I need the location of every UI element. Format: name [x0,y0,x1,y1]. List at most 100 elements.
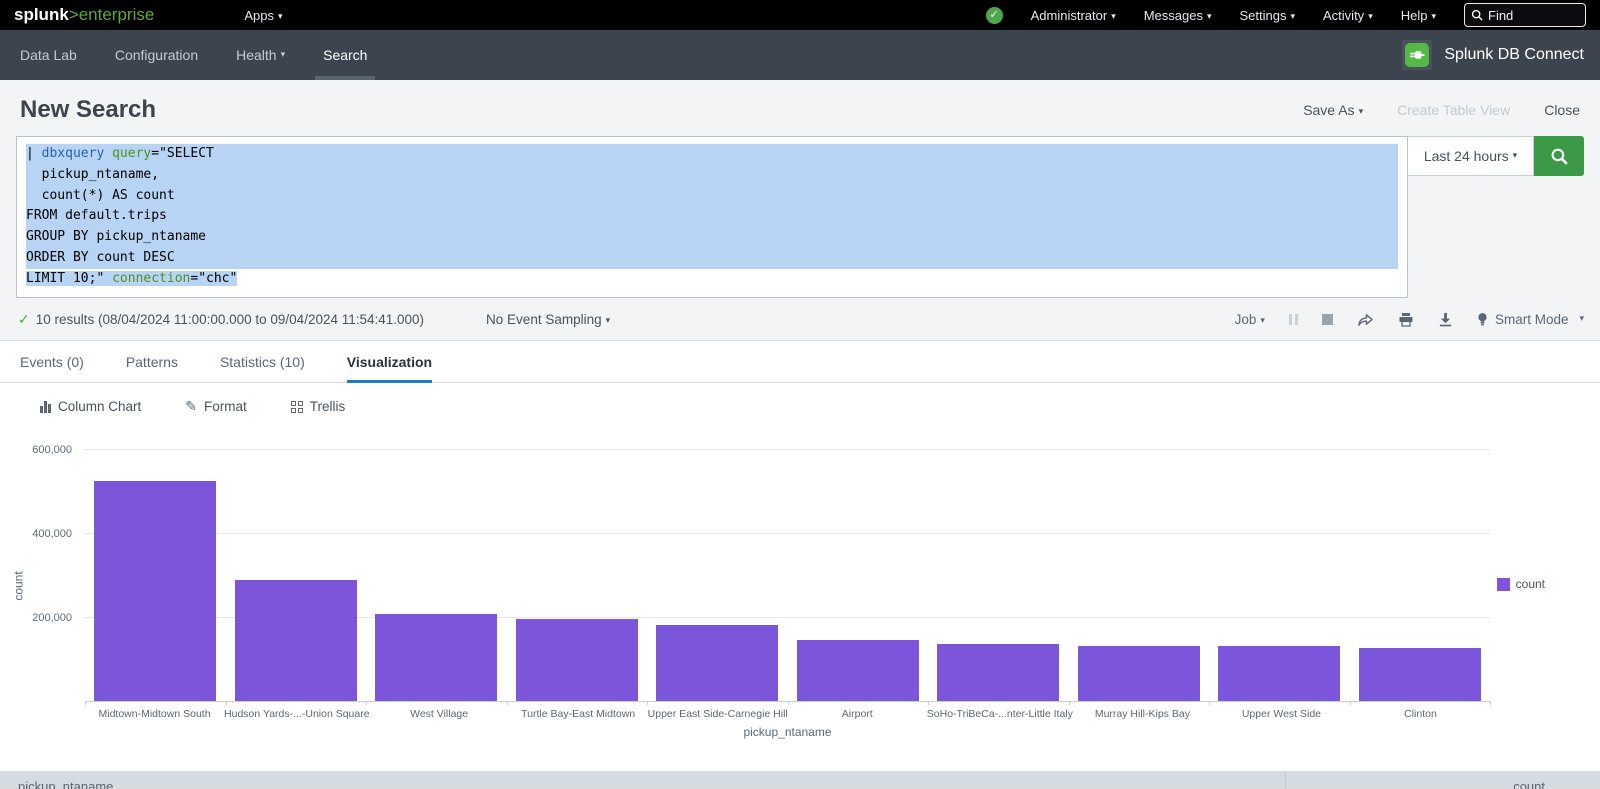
results-tabs: Events (0) Patterns Statistics (10) Visuali… [0,341,1600,383]
trellis-grid-icon [291,401,303,413]
tab-events-0[interactable]: Events (0) [20,341,84,382]
time-range-picker[interactable]: Last 24 hours▾ [1408,136,1534,176]
chevron-down-icon: ▾ [1359,106,1364,116]
search-icon [1471,9,1483,21]
trellis-button[interactable]: Trellis [291,399,346,414]
chevron-down-icon: ▾ [1111,11,1116,21]
x-axis-labels: Midtown-Midtown SouthHudson Yards-...-Un… [85,708,1490,720]
topbar-right: ✓ Administrator▾ Messages▾ Settings▾ Activi… [986,3,1586,27]
administrator-menu[interactable]: Administrator▾ [1031,8,1116,23]
legend-swatch [1497,578,1510,591]
x-tick-label: Clinton [1351,708,1490,720]
axis-tick [507,701,508,705]
pencil-icon: ✎ [185,398,197,415]
chevron-down-icon: ▾ [606,315,611,325]
header-actions: Save As▾ Create Table View Close [1303,102,1580,118]
page-title: New Search [20,96,156,124]
activity-menu[interactable]: Activity▾ [1323,8,1373,23]
chart-bar[interactable] [937,644,1059,701]
export-icon[interactable] [1438,312,1453,327]
chart-legend[interactable]: count [1497,577,1545,591]
chevron-down-icon: ▾ [1290,11,1295,21]
settings-menu[interactable]: Settings▾ [1240,8,1296,23]
app-nav-items: Data Lab Configuration Health▾ Search [20,30,405,80]
nav-item-search[interactable]: Search [323,30,367,80]
chart-bar[interactable] [1359,648,1481,701]
axis-tick [928,701,929,705]
chart-bar[interactable] [235,580,357,701]
job-menu[interactable]: Job▾ [1235,312,1265,327]
axis-tick [226,701,227,705]
nav-item-data-lab[interactable]: Data Lab [20,30,77,80]
chart-bar[interactable] [656,625,778,701]
health-status-icon[interactable]: ✓ [986,7,1003,24]
y-tick-label: 600,000 [0,444,72,456]
tab-statistics-10[interactable]: Statistics (10) [220,341,305,382]
query-line: | dbxquery query="SELECT [26,144,1398,165]
x-tick-label: Midtown-Midtown South [85,708,224,720]
close-button[interactable]: Close [1544,102,1580,118]
chart-bar[interactable] [797,640,919,701]
messages-menu[interactable]: Messages▾ [1144,8,1212,23]
chart-bar[interactable] [94,481,216,702]
pause-button[interactable] [1289,314,1298,325]
chart-bar[interactable] [375,614,497,701]
find-search-box[interactable] [1464,3,1586,27]
app-identity[interactable]: Splunk DB Connect [1402,40,1584,70]
save-as-button[interactable]: Save As▾ [1303,102,1363,118]
search-query-input[interactable]: | dbxquery query="SELECT pickup_ntaname,… [16,136,1408,298]
share-icon[interactable] [1357,312,1374,327]
column-header-pickup-ntaname[interactable]: pickup_ntaname [0,771,1285,789]
stop-button[interactable] [1322,314,1333,325]
chevron-down-icon: ▾ [1513,150,1518,161]
chart-bar[interactable] [516,619,638,701]
chart-type-button[interactable]: Column Chart [40,399,141,414]
axis-tick [1209,701,1210,705]
job-controls: Job▾ Smart Mode▾ [1235,312,1584,327]
tab-patterns[interactable]: Patterns [126,341,178,382]
nav-item-configuration[interactable]: Configuration [115,30,198,80]
y-tick-label: 400,000 [0,528,72,540]
legend-label: count [1516,577,1545,591]
axis-tick [85,701,86,705]
apps-menu[interactable]: Apps▾ [244,8,282,23]
search-bar: | dbxquery query="SELECT pickup_ntaname,… [16,136,1584,298]
search-mode-menu[interactable]: Smart Mode▾ [1477,312,1584,327]
tab-visualization[interactable]: Visualization [347,341,432,382]
axis-tick [647,701,648,705]
chart-bar[interactable] [1078,646,1200,701]
bar-slot [366,450,507,701]
query-line: count(*) AS count [26,186,1398,207]
query-line: GROUP BY pickup_ntaname [26,227,1398,248]
results-summary: 10 results (08/04/2024 11:00:00.000 to 0… [36,312,424,327]
search-submit-button[interactable] [1534,136,1584,176]
nav-item-health[interactable]: Health▾ [236,30,285,80]
chevron-down-icon: ▾ [1579,313,1584,324]
x-tick-label: Turtle Bay-East Midtown [509,708,648,720]
column-header-count[interactable]: count [1285,771,1600,789]
chevron-down-icon: ▾ [278,11,283,21]
format-button[interactable]: ✎ Format [185,398,247,415]
column-chart-icon [40,401,51,413]
print-icon[interactable] [1398,312,1414,327]
find-input[interactable] [1488,8,1568,23]
topbar-menus: Administrator▾ Messages▾ Settings▾ Activity… [1031,8,1436,23]
chart-bar[interactable] [1218,646,1340,701]
chevron-down-icon: ▾ [1368,11,1373,21]
x-tick-label: Upper East Side-Carnegie Hill [648,708,788,720]
create-table-view-button[interactable]: Create Table View [1397,102,1510,118]
event-sampling-menu[interactable]: No Event Sampling▾ [486,312,610,327]
x-tick-label: Hudson Yards-...-Union Square [224,708,370,720]
help-menu[interactable]: Help▾ [1401,8,1436,23]
bar-slot [647,450,788,701]
check-icon: ✓ [18,311,30,328]
splunk-logo[interactable]: splunk>enterprise [14,5,154,25]
bar-slot [928,450,1069,701]
chart-plot-area [85,450,1490,702]
chevron-down-icon: ▾ [281,49,286,60]
bar-slot [1350,450,1491,701]
page-header: New Search Save As▾ Create Table View Cl… [0,80,1600,136]
y-tick-label: 200,000 [0,612,72,624]
axis-tick [788,701,789,705]
query-line: FROM default.trips [26,206,1398,227]
